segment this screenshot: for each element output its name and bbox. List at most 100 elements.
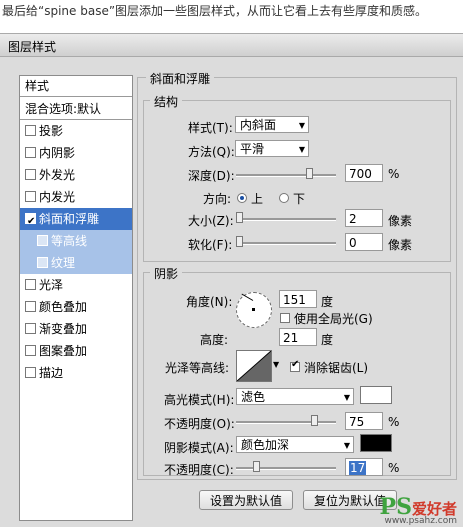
size-label: 大小(Z): <box>188 214 234 228</box>
shadow-opacity-input[interactable]: 17 <box>345 458 383 476</box>
angle-dial-hand <box>241 293 254 301</box>
direction-down-radio[interactable] <box>279 193 289 203</box>
technique-label: 方法(Q): <box>188 145 235 159</box>
chevron-down-icon: ▼ <box>343 393 350 402</box>
sidebar-item-label: 投影 <box>39 124 64 138</box>
antialias-checkbox[interactable]: ✔ <box>290 359 300 372</box>
altitude-input[interactable]: 21 <box>279 328 317 346</box>
sidebar-item-color-overlay[interactable]: 颜色叠加 <box>20 296 132 318</box>
structure-title: 结构 <box>150 93 183 110</box>
shadow-opacity-unit: % <box>388 461 400 475</box>
highlight-mode-value: 滤色 <box>241 390 266 404</box>
bevel-emboss-checkbox[interactable]: ✔ <box>25 213 36 227</box>
shadow-color-swatch[interactable] <box>360 434 392 452</box>
direction-up-radio[interactable] <box>237 193 247 203</box>
altitude-label: 高度: <box>200 333 229 347</box>
inner-shadow-checkbox[interactable] <box>25 147 36 158</box>
sidebar-blend-options[interactable]: 混合选项:默认 <box>20 99 132 120</box>
highlight-opacity-input[interactable]: 75 <box>345 412 383 430</box>
highlight-opacity-label: 不透明度(O): <box>164 417 235 431</box>
angle-dial[interactable] <box>236 292 272 328</box>
sidebar-item-label: 斜面和浮雕 <box>39 212 100 226</box>
size-unit: 像素 <box>388 214 413 228</box>
gloss-contour-preview[interactable] <box>236 350 272 382</box>
sidebar-item-label: 内阴影 <box>39 146 76 160</box>
chevron-down-icon: ▼ <box>343 441 350 450</box>
sidebar-item-stroke[interactable]: 描边 <box>20 362 132 384</box>
shading-title: 阴影 <box>150 265 183 282</box>
inner-glow-checkbox[interactable] <box>25 191 36 202</box>
drop-shadow-checkbox[interactable] <box>25 125 36 136</box>
sidebar-item-label: 光泽 <box>39 278 64 292</box>
window-title: 图层样式 <box>8 40 57 54</box>
altitude-unit: 度 <box>321 333 334 347</box>
technique-select[interactable]: 平滑 ▼ <box>235 140 309 157</box>
gradient-overlay-checkbox[interactable] <box>25 323 36 334</box>
contour-curve-icon <box>237 351 271 381</box>
style-select[interactable]: 内斜面 ▼ <box>235 116 309 133</box>
shadow-opacity-slider-handle[interactable] <box>253 461 260 472</box>
bevel-emboss-title: 斜面和浮雕 <box>146 70 215 87</box>
sidebar-item-label: 渐变叠加 <box>39 322 88 336</box>
depth-slider[interactable] <box>236 174 336 177</box>
soften-unit: 像素 <box>388 238 413 252</box>
sidebar-item-inner-glow[interactable]: 内发光 <box>20 186 132 208</box>
highlight-opacity-slider[interactable] <box>236 421 336 424</box>
depth-unit: % <box>388 167 400 181</box>
shadow-opacity-label: 不透明度(C): <box>164 463 234 477</box>
sidebar-item-label: 颜色叠加 <box>39 300 88 314</box>
sidebar-item-texture[interactable]: 纹理 <box>20 252 132 274</box>
color-overlay-checkbox[interactable] <box>25 301 36 312</box>
shadow-mode-label: 阴影模式(A): <box>164 441 234 455</box>
soften-slider-handle[interactable] <box>236 236 243 247</box>
highlight-opacity-unit: % <box>388 415 400 429</box>
sidebar-item-drop-shadow[interactable]: 投影 <box>20 120 132 142</box>
highlight-opacity-slider-handle[interactable] <box>311 415 318 426</box>
gloss-contour-label: 光泽等高线: <box>165 361 230 375</box>
depth-slider-handle[interactable] <box>306 168 313 179</box>
shadow-mode-select[interactable]: 颜色加深 ▼ <box>236 436 354 453</box>
size-input[interactable]: 2 <box>345 209 383 227</box>
sidebar-item-inner-shadow[interactable]: 内阴影 <box>20 142 132 164</box>
size-slider-handle[interactable] <box>236 212 243 223</box>
soften-slider[interactable] <box>236 242 336 245</box>
sidebar-item-outer-glow[interactable]: 外发光 <box>20 164 132 186</box>
make-default-button[interactable]: 设置为默认值 <box>199 490 293 510</box>
check-icon: ✔ <box>291 359 300 370</box>
sidebar-item-label: 描边 <box>39 366 64 380</box>
direction-up-label: 上 <box>251 192 264 206</box>
highlight-mode-select[interactable]: 滤色 ▼ <box>236 388 354 405</box>
sidebar-item-satin[interactable]: 光泽 <box>20 274 132 296</box>
depth-label: 深度(D): <box>188 169 235 183</box>
depth-input[interactable]: 700 <box>345 164 383 182</box>
sidebar-item-bevel-emboss[interactable]: ✔ 斜面和浮雕 <box>20 208 132 230</box>
satin-checkbox[interactable] <box>25 279 36 290</box>
pattern-overlay-checkbox[interactable] <box>25 345 36 356</box>
contour-dropdown-arrow[interactable]: ▼ <box>273 360 279 369</box>
style-label: 样式(T): <box>188 121 233 135</box>
sidebar-item-label: 外发光 <box>39 168 76 182</box>
sidebar-item-label: 图案叠加 <box>39 344 88 358</box>
tutorial-caption: 最后给“spine base”图层添加一些图层样式，从而让它看上去有些厚度和质感… <box>2 4 428 18</box>
title-bar: 图层样式 <box>0 34 463 57</box>
sidebar-header-styles[interactable]: 样式 <box>20 76 132 97</box>
sidebar-item-contour[interactable]: 等高线 <box>20 230 132 252</box>
contour-checkbox[interactable] <box>37 235 48 246</box>
soften-input[interactable]: 0 <box>345 233 383 251</box>
sidebar-item-gradient-overlay[interactable]: 渐变叠加 <box>20 318 132 340</box>
sidebar-item-label: 纹理 <box>51 256 76 270</box>
shadow-opacity-value: 17 <box>349 461 367 475</box>
shadow-opacity-slider[interactable] <box>236 467 336 470</box>
global-light-checkbox[interactable] <box>280 313 290 323</box>
size-slider[interactable] <box>236 218 336 221</box>
direction-down-label: 下 <box>293 192 306 206</box>
stroke-checkbox[interactable] <box>25 367 36 378</box>
technique-select-value: 平滑 <box>240 142 265 156</box>
highlight-color-swatch[interactable] <box>360 386 392 404</box>
sidebar-item-pattern-overlay[interactable]: 图案叠加 <box>20 340 132 362</box>
texture-checkbox[interactable] <box>37 257 48 268</box>
angle-input[interactable]: 151 <box>279 290 317 308</box>
outer-glow-checkbox[interactable] <box>25 169 36 180</box>
highlight-mode-label: 高光模式(H): <box>164 393 235 407</box>
style-select-value: 内斜面 <box>240 118 277 132</box>
